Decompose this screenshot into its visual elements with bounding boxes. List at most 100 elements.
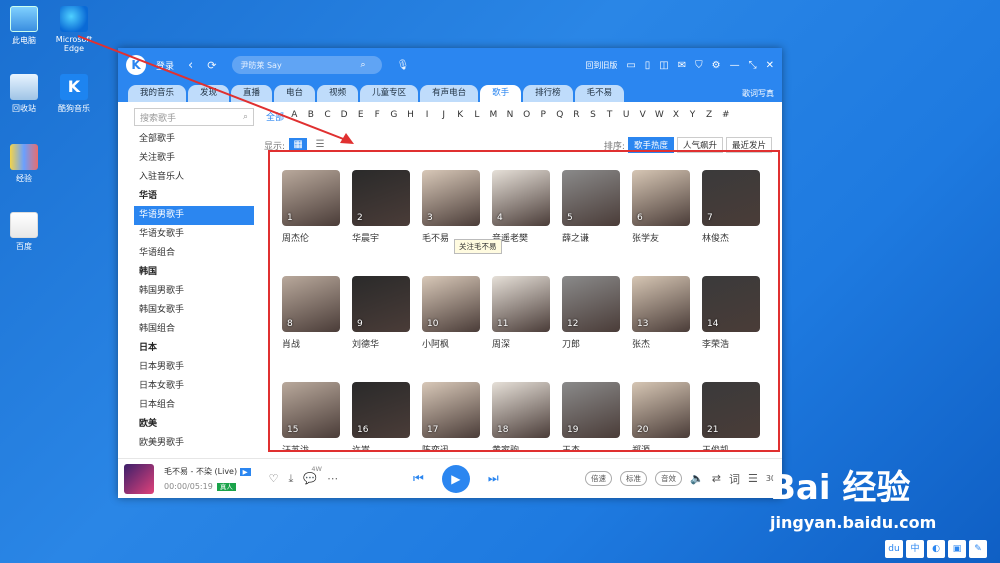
refresh-icon[interactable]: ⟳ (207, 59, 216, 72)
singer-photo[interactable]: 19 (562, 382, 620, 438)
play-button[interactable]: ▶ (441, 464, 470, 493)
singer-name[interactable]: 周深 (492, 337, 550, 350)
comment-icon[interactable]: 💬 4W (303, 465, 322, 486)
heart-icon[interactable]: ♡ (269, 472, 279, 486)
letter-filter-item[interactable]: # (717, 110, 734, 123)
search-input[interactable] (240, 60, 361, 70)
sidebar-item-japan-male[interactable]: 日本男歌手 (134, 358, 254, 377)
volume-icon[interactable]: 🔈 (690, 472, 704, 485)
singer-card[interactable]: 12 刀郎 (562, 276, 620, 350)
search-box[interactable]: ⌕ (232, 56, 383, 74)
letter-filter-item[interactable]: F (369, 110, 386, 123)
letter-filter-item[interactable]: Z (701, 110, 718, 123)
desktop-icon-baidu[interactable]: 百度 (0, 212, 48, 252)
letter-filter-item[interactable]: B (303, 110, 320, 123)
singer-card[interactable]: 9 刘德华 (352, 276, 410, 350)
tab-video[interactable]: 视频 (317, 85, 359, 102)
microphone-icon[interactable]: 🎙 (396, 60, 409, 71)
download-icon[interactable]: ⤓ (289, 472, 294, 486)
desktop-icon-experience[interactable]: 经验 (0, 144, 48, 184)
letter-filter-item[interactable]: 全部 (264, 110, 286, 123)
screen-icon[interactable]: ▭ (626, 60, 635, 71)
sidebar-item-chinese-male[interactable]: 华语男歌手 (134, 206, 254, 225)
singer-card[interactable]: 15 汪苏泷 (282, 382, 340, 450)
singer-name[interactable]: 黄家驹 (492, 443, 550, 450)
singer-photo[interactable]: 11 (492, 276, 550, 332)
singer-name[interactable]: 刀郎 (562, 337, 620, 350)
singer-card[interactable]: 21 王俊凯 (702, 382, 760, 450)
letter-filter-item[interactable]: R (568, 110, 585, 123)
letter-filter-item[interactable]: Y (684, 110, 701, 123)
singer-card[interactable]: 1 周杰伦 (282, 170, 340, 244)
speed-button[interactable]: 倍速 (585, 471, 613, 486)
letter-filter-item[interactable]: X (668, 110, 685, 123)
singer-name[interactable]: 周杰伦 (282, 231, 340, 244)
desktop-icon-this-pc[interactable]: 此电脑 (0, 6, 48, 46)
tab-audio-radio[interactable]: 有声电台 (420, 85, 479, 102)
singer-card[interactable]: 5 薛之谦 (562, 170, 620, 244)
singer-photo[interactable]: 7 (702, 170, 760, 226)
mv-icon[interactable]: ▶ (239, 468, 251, 476)
singer-name[interactable]: 陈奕迅 (422, 443, 480, 450)
repeat-icon[interactable]: ⇄ (712, 472, 721, 485)
tab-singers[interactable]: 歌手 (480, 85, 522, 102)
letter-filter-item[interactable]: H (402, 110, 419, 123)
sidebar-item-chinese-group[interactable]: 华语组合 (134, 244, 254, 263)
singer-card[interactable]: 7 林俊杰 (702, 170, 760, 244)
singer-card[interactable]: 8 肖战 (282, 276, 340, 350)
minimize-icon[interactable]: — (730, 60, 740, 71)
letter-filter-item[interactable]: P (535, 110, 552, 123)
singer-photo[interactable]: 9 (352, 276, 410, 332)
letter-filter-item[interactable]: D (336, 110, 353, 123)
letter-filter-item[interactable]: M (485, 110, 502, 123)
singer-card[interactable]: 19 王杰 (562, 382, 620, 450)
letter-filter-item[interactable]: Q (552, 110, 569, 123)
singer-photo[interactable]: 12 (562, 276, 620, 332)
singer-card[interactable]: 16 许嵩 (352, 382, 410, 450)
desktop-icon-recycle-bin[interactable]: 回收站 (0, 74, 48, 114)
singer-name[interactable]: 刘德华 (352, 337, 410, 350)
letter-filter-item[interactable]: V (634, 110, 651, 123)
close-icon[interactable]: ✕ (766, 60, 774, 71)
song-title[interactable]: 毛不易 - 不染 (Live) (164, 467, 237, 476)
letter-filter-item[interactable]: W (651, 110, 668, 123)
singer-card[interactable]: 14 李荣浩 (702, 276, 760, 350)
singer-search-box[interactable]: 搜索歌手 ⌕ (134, 108, 254, 126)
singer-photo[interactable]: 17 (422, 382, 480, 438)
tab-mao-buyi[interactable]: 毛不易 (574, 85, 625, 102)
sidebar-item-korea-group[interactable]: 韩国组合 (134, 320, 254, 339)
singer-name[interactable]: 张杰 (632, 337, 690, 350)
singer-name[interactable]: 许嵩 (352, 443, 410, 450)
letter-filter-item[interactable]: O (518, 110, 535, 123)
letter-filter-item[interactable]: N (502, 110, 519, 123)
singer-name[interactable]: 李荣浩 (702, 337, 760, 350)
tab-my-music[interactable]: 我的音乐 (128, 85, 187, 102)
singer-photo[interactable]: 5 (562, 170, 620, 226)
sidebar-item-korea-male[interactable]: 韩国男歌手 (134, 282, 254, 301)
singer-photo[interactable]: 10 (422, 276, 480, 332)
singer-photo[interactable]: 16 (352, 382, 410, 438)
desktop-icon-kugou[interactable]: K 酷狗音乐 (50, 74, 98, 114)
quality-button[interactable]: 标准 (620, 471, 648, 486)
previous-icon[interactable]: ⏮ (413, 471, 424, 486)
singer-name[interactable]: 肖战 (282, 337, 340, 350)
singer-card[interactable]: 6 张学友 (632, 170, 690, 244)
singer-name[interactable]: 小阿枫 (422, 337, 480, 350)
singer-name[interactable]: 郑源 (632, 443, 690, 450)
next-icon[interactable]: ⏭ (488, 471, 499, 486)
phone-icon[interactable]: ▯ (645, 60, 651, 71)
singer-name[interactable]: 华晨宇 (352, 231, 410, 244)
sidebar-item-japan-female[interactable]: 日本女歌手 (134, 377, 254, 396)
letter-filter-item[interactable]: A (286, 110, 303, 123)
sidebar-item-chinese-female[interactable]: 华语女歌手 (134, 225, 254, 244)
du-icon[interactable]: du (885, 540, 903, 558)
singer-card[interactable]: 3 毛不易 (422, 170, 480, 244)
singer-name[interactable]: 王杰 (562, 443, 620, 450)
singer-photo[interactable]: 21 (702, 382, 760, 438)
tab-radio[interactable]: 电台 (274, 85, 316, 102)
singer-card[interactable]: 20 郑源 (632, 382, 690, 450)
sidebar-item-followed[interactable]: 关注歌手 (134, 149, 254, 168)
singer-photo[interactable]: 15 (282, 382, 340, 438)
singer-photo[interactable]: 8 (282, 276, 340, 332)
singer-card[interactable]: 17 陈奕迅 (422, 382, 480, 450)
